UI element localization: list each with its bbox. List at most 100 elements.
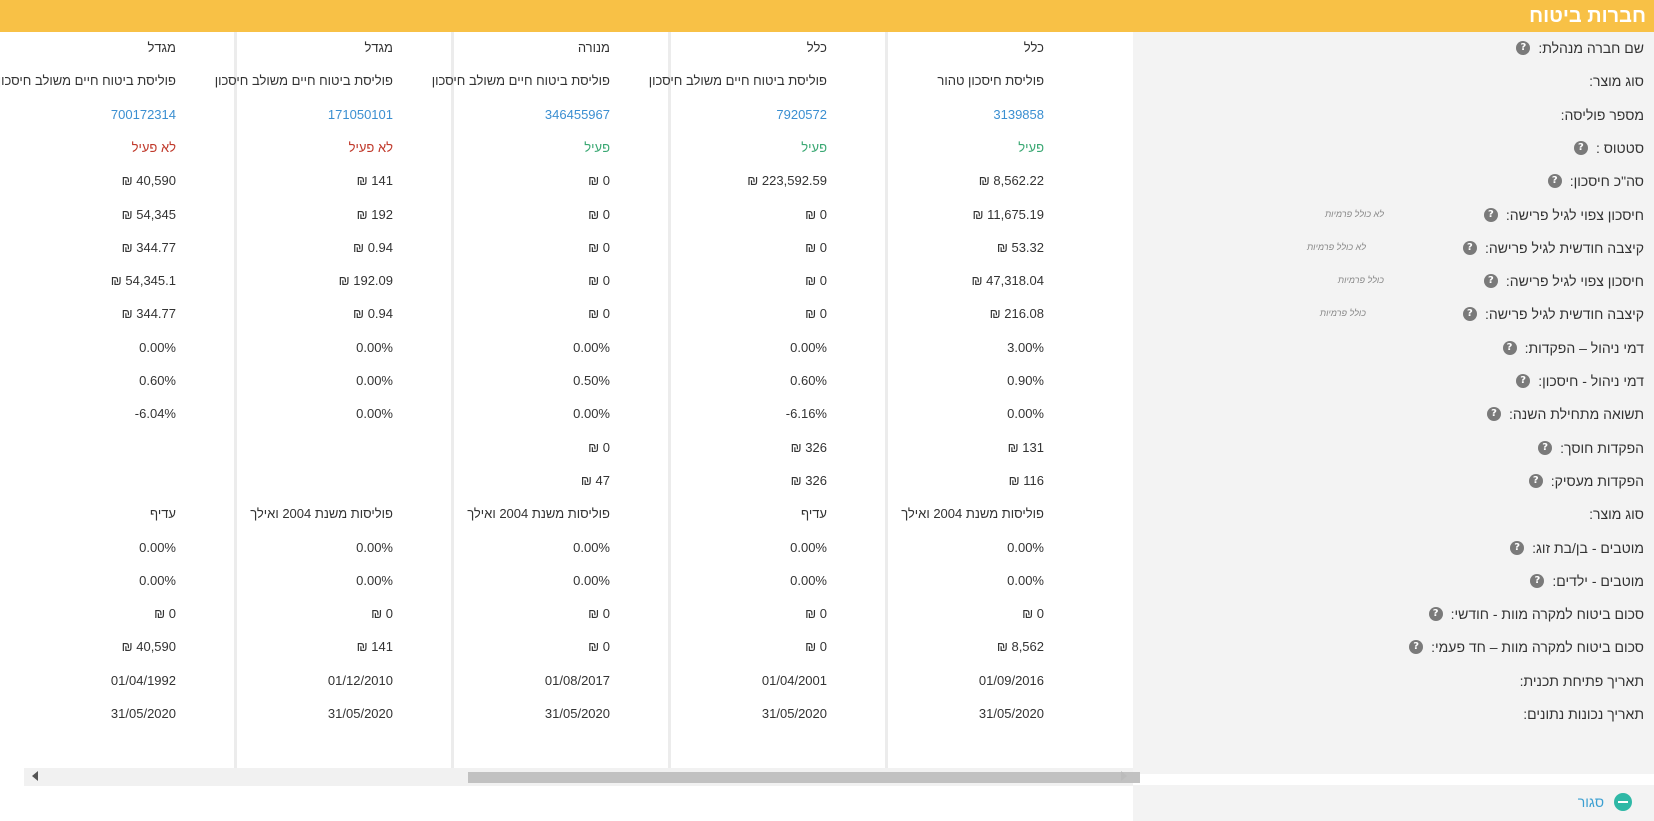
- row-label-text: קיצבה חודשית לגיל פרישה:: [1484, 306, 1644, 323]
- labels-panel: שם חברה מנהלת:? סוג מוצר: מספר פוליסה: סטטו…: [1133, 32, 1654, 774]
- table-cell: ₪ 0: [805, 273, 827, 289]
- help-icon[interactable]: ?: [1516, 41, 1531, 55]
- table-cell: 0.00%: [790, 539, 827, 555]
- row-label: קיצבה חודשית לגיל פרישה:?: [1462, 302, 1644, 326]
- scroll-right-arrow-icon[interactable]: [1121, 771, 1127, 781]
- help-icon[interactable]: ?: [1530, 573, 1545, 588]
- policy-number-link[interactable]: 346455967: [545, 104, 610, 126]
- table-cell: 31/05/2020: [978, 706, 1044, 721]
- column-divider: [885, 32, 888, 772]
- table-cell: ₪ 0: [805, 306, 827, 322]
- table-cell: ₪ 326: [790, 439, 827, 455]
- table-cell: 3.00%: [1007, 339, 1044, 355]
- help-icon[interactable]: ?: [1462, 307, 1477, 322]
- row-label-text: סטטוס :: [1595, 139, 1644, 156]
- table-cell: 0.60%: [790, 373, 827, 388]
- policy-number-link[interactable]: 171050101: [328, 104, 393, 126]
- table-cell: ₪ 54,345.1: [110, 273, 176, 289]
- table-cell: ₪ 40,590: [121, 173, 176, 189]
- close-label: סגור: [1577, 794, 1604, 810]
- close-button[interactable]: סגור: [1578, 793, 1632, 811]
- table-cell: מנורה: [577, 40, 610, 55]
- table-cell: פוליסת ביטוח חיים משולב חיסכון: [648, 73, 827, 89]
- scroll-thumb[interactable]: [468, 772, 1140, 783]
- table-cell: 0.00%: [356, 339, 393, 355]
- table-cell: 0.00%: [356, 539, 393, 555]
- help-icon[interactable]: ?: [1483, 207, 1498, 222]
- table-cell: 0.00%: [573, 339, 610, 355]
- table-cell: 0.00%: [573, 539, 610, 555]
- table-cell: ₪ 141: [356, 639, 393, 655]
- row-label-text: סוג מוצר:: [1589, 506, 1644, 523]
- table-cell: 0.00%: [356, 572, 393, 588]
- row-label-text: דמי ניהול - חיסכון:: [1538, 373, 1644, 389]
- help-icon[interactable]: ?: [1528, 473, 1543, 488]
- row-label-text: תאריך נכונות נתונים:: [1523, 706, 1644, 722]
- table-cell: 0.00%: [573, 572, 610, 588]
- help-icon[interactable]: ?: [1483, 274, 1498, 289]
- row-label: תאריך פתיחת תכנית:: [1520, 669, 1644, 693]
- table-cell: ₪ 0: [588, 439, 610, 455]
- row-label-text: סוג מוצר:: [1589, 73, 1644, 90]
- table-cell: ₪ 326: [790, 472, 827, 488]
- help-icon[interactable]: ?: [1547, 174, 1562, 189]
- row-label-text: תאריך פתיחת תכנית:: [1519, 672, 1644, 689]
- column-divider: [668, 32, 671, 772]
- policy-column: [237, 32, 452, 772]
- table-cell: 0.00%: [790, 339, 827, 355]
- policy-number-link[interactable]: 700172314: [111, 104, 176, 126]
- table-cell: ₪ 0: [588, 273, 610, 289]
- minus-circle-icon: [1614, 793, 1632, 811]
- policy-number-link[interactable]: 7920572: [776, 104, 827, 126]
- help-icon[interactable]: ?: [1502, 340, 1517, 355]
- help-icon[interactable]: ?: [1462, 240, 1477, 255]
- table-cell: 0.00%: [356, 406, 393, 422]
- row-label: תאריך נכונות נתונים:: [1523, 702, 1644, 726]
- policy-column: [671, 32, 886, 772]
- horizontal-scrollbar[interactable]: [24, 768, 1140, 786]
- policy-number-link[interactable]: 3139858: [993, 104, 1044, 126]
- table-cell: 0.00%: [139, 572, 176, 588]
- row-label-text: מוטבים - ילדים:: [1552, 572, 1644, 589]
- table-cell: ₪ 11,675.19: [972, 206, 1044, 222]
- row-label-note: לא כולל פרמיות: [1324, 208, 1384, 219]
- help-icon[interactable]: ?: [1516, 374, 1531, 388]
- table-cell: ₪ 216.08: [989, 306, 1044, 322]
- help-icon[interactable]: ?: [1573, 140, 1588, 155]
- table-cell: ₪ 0: [588, 173, 610, 189]
- help-icon[interactable]: ?: [1409, 640, 1424, 655]
- table-cell: מגדל: [364, 40, 393, 55]
- help-icon[interactable]: ?: [1487, 407, 1502, 422]
- table-cell: פוליסות משנת 2004 ואילך: [901, 506, 1044, 522]
- help-icon[interactable]: ?: [1538, 440, 1553, 455]
- table-cell: ₪ 0: [805, 239, 827, 255]
- row-label-text: מוטבים - בן/בת זוג:: [1532, 539, 1644, 556]
- table-cell: כלל: [806, 40, 827, 55]
- row-label: מספר פוליסה:: [1561, 103, 1644, 127]
- table-cell: ₪ 47: [580, 472, 610, 488]
- row-label: חיסכון צפוי לגיל פרישה:?: [1483, 203, 1644, 227]
- table-cell: ₪ 54,345: [121, 206, 176, 222]
- help-icon[interactable]: ?: [1428, 607, 1443, 622]
- row-label: קיצבה חודשית לגיל פרישה:?: [1462, 236, 1644, 260]
- row-label: דמי ניהול – הפקדות:?: [1502, 336, 1644, 360]
- scroll-left-arrow-icon[interactable]: [32, 771, 38, 781]
- row-label: הפקדות מעסיק:?: [1528, 469, 1644, 493]
- column-divider: [234, 32, 237, 772]
- row-label-note: כולל פרמיות: [1337, 275, 1384, 286]
- row-label-text: סכום ביטוח למקרה מוות – חד פעמי:: [1431, 639, 1644, 656]
- table-cell: 0.00%: [1007, 539, 1044, 555]
- table-cell: 31/05/2020: [110, 706, 176, 721]
- table-cell: ₪ 0: [805, 206, 827, 222]
- table-cell: ₪ 116: [1008, 472, 1044, 488]
- table-cell: 0.90%: [1007, 373, 1044, 388]
- row-label: חיסכון צפוי לגיל פרישה:?: [1483, 269, 1644, 293]
- row-label-text: קיצבה חודשית לגיל פרישה:: [1484, 239, 1644, 256]
- row-label-text: הפקדות מעסיק:: [1550, 472, 1644, 489]
- table-cell: ₪ 0: [1022, 606, 1044, 622]
- table-cell: לא פעיל: [131, 139, 176, 155]
- table-cell: ₪ 0: [588, 306, 610, 322]
- page-title: חברות ביטוח: [1529, 5, 1646, 27]
- table-cell: כלל: [1023, 40, 1044, 55]
- help-icon[interactable]: ?: [1510, 540, 1525, 555]
